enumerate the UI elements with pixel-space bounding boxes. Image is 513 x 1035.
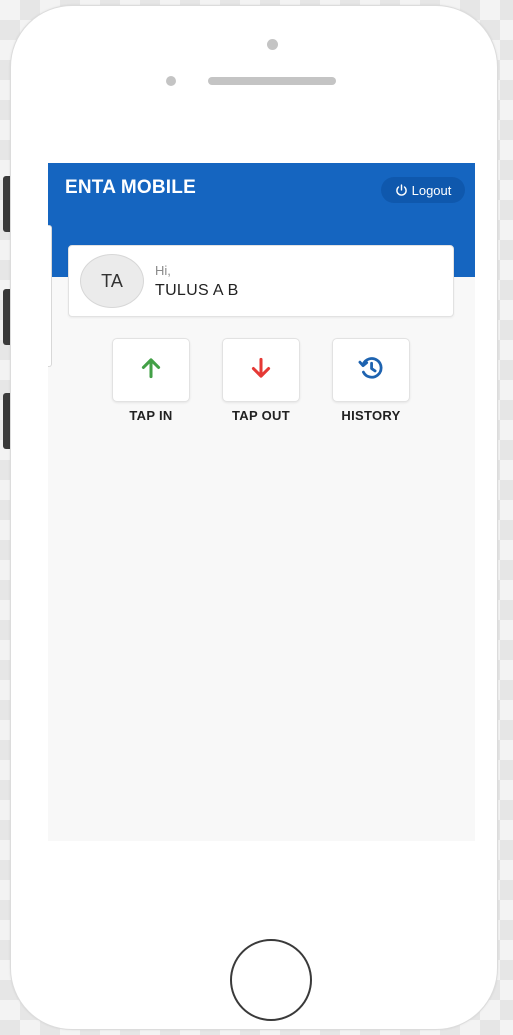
tap-in-tile[interactable] <box>112 338 190 402</box>
history-icon <box>357 354 385 387</box>
tap-out-button[interactable]: TAP OUT <box>222 338 300 423</box>
greeting-text: Hi, <box>155 263 171 278</box>
power-icon <box>395 183 408 197</box>
tap-in-button[interactable]: TAP IN <box>112 338 190 423</box>
history-tile[interactable] <box>332 338 410 402</box>
logout-label: Logout <box>411 182 452 198</box>
arrow-up-icon <box>138 355 164 386</box>
tap-in-label: TAP IN <box>129 408 173 423</box>
arrow-down-icon <box>248 355 274 386</box>
app-title: ENTA MOBILE <box>65 177 196 198</box>
tap-out-tile[interactable] <box>222 338 300 402</box>
front-camera <box>267 39 278 50</box>
tap-out-label: TAP OUT <box>232 408 290 423</box>
proximity-sensor <box>166 76 176 86</box>
history-label: HISTORY <box>341 408 401 423</box>
home-button[interactable] <box>230 939 312 1021</box>
history-button[interactable]: HISTORY <box>332 338 410 423</box>
logout-button[interactable]: Logout <box>381 177 465 203</box>
user-card: TA Hi, TULUS A B <box>68 245 454 317</box>
earpiece-speaker <box>208 77 336 85</box>
app-screen: ENTA MOBILE Logout TA Hi, TULUS A B TAP … <box>48 163 475 841</box>
user-name: TULUS A B <box>155 282 239 299</box>
drawer-edge[interactable] <box>48 225 52 367</box>
avatar: TA <box>80 254 144 308</box>
avatar-initials: TA <box>101 270 123 291</box>
